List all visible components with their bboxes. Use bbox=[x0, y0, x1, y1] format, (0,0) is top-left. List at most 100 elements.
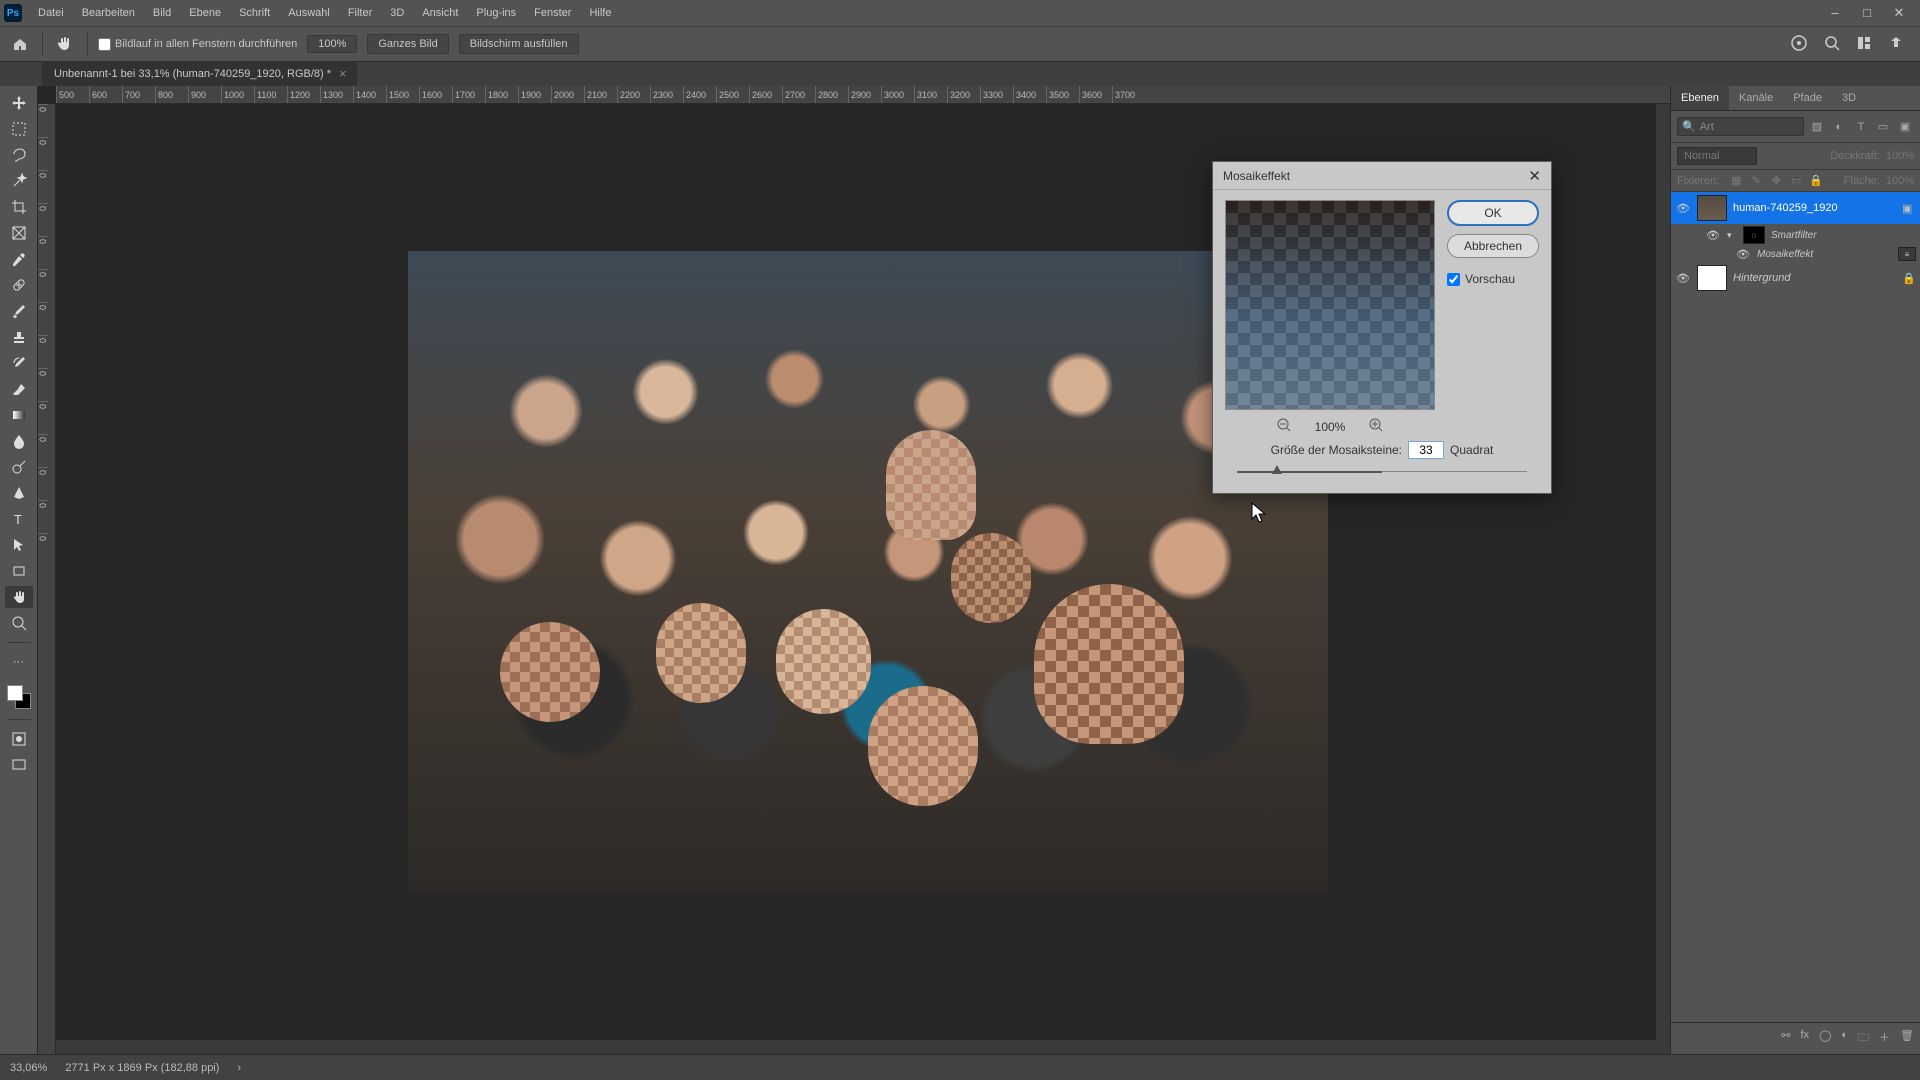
quickmask-icon[interactable] bbox=[5, 728, 33, 750]
scroll-all-windows-checkbox[interactable]: Bildlauf in allen Fenstern durchführen bbox=[98, 38, 297, 51]
stamp-tool-icon[interactable] bbox=[5, 326, 33, 348]
filter-type-icon[interactable]: T bbox=[1852, 118, 1870, 136]
cell-size-input[interactable] bbox=[1408, 441, 1444, 459]
edit-toolbar-icon[interactable]: ··· bbox=[5, 651, 33, 673]
filter-pixel-icon[interactable]: ▧ bbox=[1808, 118, 1826, 136]
marquee-tool-icon[interactable] bbox=[5, 118, 33, 140]
preview-checkbox-input[interactable] bbox=[1447, 273, 1460, 286]
menu-view[interactable]: Ansicht bbox=[414, 3, 466, 23]
zoom-out-icon[interactable] bbox=[1277, 418, 1291, 435]
layer-row-image[interactable]: 👁 human-740259_1920 ▣ bbox=[1671, 192, 1920, 224]
visibility-icon[interactable]: 👁 bbox=[1705, 229, 1721, 242]
menu-file[interactable]: Datei bbox=[30, 3, 72, 23]
lock-artboard-icon[interactable]: ▭ bbox=[1789, 174, 1803, 187]
document-artboard[interactable] bbox=[408, 251, 1328, 891]
layer-name[interactable]: human-740259_1920 bbox=[1733, 202, 1896, 214]
workspace-icon[interactable] bbox=[1856, 35, 1872, 54]
window-close[interactable]: ✕ bbox=[1892, 5, 1906, 21]
menu-filter[interactable]: Filter bbox=[340, 3, 380, 23]
lock-all-icon[interactable]: 🔒 bbox=[1809, 174, 1823, 187]
scroll-all-checkbox-input[interactable] bbox=[98, 38, 111, 51]
tab-layers[interactable]: Ebenen bbox=[1671, 86, 1729, 110]
layer-row-background[interactable]: 👁 Hintergrund 🔒 bbox=[1671, 262, 1920, 294]
menu-edit[interactable]: Bearbeiten bbox=[74, 3, 143, 23]
filter-blend-icon[interactable]: ≡ bbox=[1898, 247, 1916, 261]
preview-checkbox[interactable]: Vorschau bbox=[1447, 266, 1539, 286]
document-tab-close[interactable]: × bbox=[339, 66, 347, 81]
vertical-ruler[interactable]: 00000000000000 bbox=[38, 104, 56, 1054]
dialog-titlebar[interactable]: Mosaikeffekt ✕ bbox=[1213, 162, 1551, 190]
tab-paths[interactable]: Pfade bbox=[1783, 86, 1832, 110]
layer-name[interactable]: Hintergrund bbox=[1733, 272, 1896, 284]
blur-tool-icon[interactable] bbox=[5, 430, 33, 452]
smart-filters-row[interactable]: 👁 ▾ ◌ Smartfilter bbox=[1671, 224, 1920, 246]
eyedropper-tool-icon[interactable] bbox=[5, 248, 33, 270]
group-icon[interactable]: 🗀 bbox=[1858, 1029, 1869, 1048]
document-tab[interactable]: Unbenannt-1 bei 33,1% (human-740259_1920… bbox=[42, 61, 357, 86]
filter-smart-icon[interactable]: ▣ bbox=[1896, 118, 1914, 136]
eraser-tool-icon[interactable] bbox=[5, 378, 33, 400]
visibility-icon[interactable]: 👁 bbox=[1675, 272, 1691, 285]
layer-mask-icon[interactable]: ◯ bbox=[1819, 1029, 1831, 1048]
foreground-color-swatch[interactable] bbox=[7, 685, 23, 701]
visibility-icon[interactable]: 👁 bbox=[1735, 248, 1751, 261]
cell-size-slider[interactable] bbox=[1237, 465, 1527, 479]
filter-name[interactable]: Mosaikeffekt bbox=[1757, 249, 1813, 260]
lock-pixels-icon[interactable]: ▦ bbox=[1729, 174, 1743, 187]
frame-tool-icon[interactable] bbox=[5, 222, 33, 244]
menu-3d[interactable]: 3D bbox=[382, 3, 412, 23]
layer-thumbnail[interactable] bbox=[1697, 195, 1727, 221]
brush-tool-icon[interactable] bbox=[5, 300, 33, 322]
healing-tool-icon[interactable] bbox=[5, 274, 33, 296]
cloud-docs-icon[interactable] bbox=[1790, 34, 1808, 55]
zoom-in-icon[interactable] bbox=[1369, 418, 1383, 435]
tab-3d[interactable]: 3D bbox=[1832, 86, 1866, 110]
lock-brush-icon[interactable]: ✎ bbox=[1749, 174, 1763, 187]
visibility-icon[interactable]: 👁 bbox=[1675, 202, 1691, 215]
layer-fx-icon[interactable]: fx bbox=[1801, 1029, 1810, 1048]
layer-thumbnail[interactable] bbox=[1697, 265, 1727, 291]
chevron-down-icon[interactable]: ▾ bbox=[1727, 230, 1737, 241]
menu-window[interactable]: Fenster bbox=[526, 3, 579, 23]
layer-filter-search[interactable]: 🔍 Art bbox=[1677, 117, 1804, 136]
zoom-tool-icon[interactable] bbox=[5, 612, 33, 634]
home-icon[interactable] bbox=[8, 32, 32, 56]
menu-select[interactable]: Auswahl bbox=[280, 3, 338, 23]
horizontal-ruler[interactable]: 5006007008009001000110012001300140015001… bbox=[56, 86, 1670, 104]
lock-move-icon[interactable]: ✥ bbox=[1769, 174, 1783, 187]
mosaic-dialog[interactable]: Mosaikeffekt ✕ 100% OK Abbrechen Vorscha… bbox=[1212, 161, 1552, 494]
delete-layer-icon[interactable]: 🗑 bbox=[1900, 1029, 1914, 1048]
filter-adjust-icon[interactable]: ◐ bbox=[1830, 118, 1848, 136]
tab-channels[interactable]: Kanäle bbox=[1729, 86, 1783, 110]
search-icon[interactable] bbox=[1824, 35, 1840, 54]
menu-help[interactable]: Hilfe bbox=[581, 3, 619, 23]
hand-tool-icon-tb[interactable] bbox=[5, 586, 33, 608]
gradient-tool-icon[interactable] bbox=[5, 404, 33, 426]
screenmode-icon[interactable] bbox=[5, 754, 33, 776]
rectangle-tool-icon[interactable] bbox=[5, 560, 33, 582]
pen-tool-icon[interactable] bbox=[5, 482, 33, 504]
horizontal-scrollbar[interactable] bbox=[56, 1040, 1670, 1054]
path-select-tool-icon[interactable] bbox=[5, 534, 33, 556]
ok-button[interactable]: OK bbox=[1447, 200, 1539, 226]
window-minimize[interactable]: – bbox=[1828, 5, 1842, 21]
lock-icon[interactable]: 🔒 bbox=[1902, 272, 1916, 285]
fit-whole-image-button[interactable]: Ganzes Bild bbox=[367, 34, 448, 54]
share-icon[interactable] bbox=[1888, 35, 1904, 54]
color-swatches[interactable] bbox=[5, 683, 33, 711]
opacity-value[interactable]: 100% bbox=[1886, 150, 1914, 162]
slider-thumb[interactable] bbox=[1272, 465, 1282, 474]
link-layers-icon[interactable]: ⚯ bbox=[1781, 1029, 1790, 1048]
preview-image[interactable] bbox=[1225, 200, 1435, 410]
filter-mask-thumb[interactable]: ◌ bbox=[1743, 226, 1765, 244]
status-zoom[interactable]: 33,06% bbox=[10, 1062, 47, 1074]
menu-layer[interactable]: Ebene bbox=[181, 3, 229, 23]
new-layer-icon[interactable]: ＋ bbox=[1879, 1029, 1890, 1048]
blend-mode-select[interactable]: Normal bbox=[1677, 147, 1757, 165]
fill-screen-button[interactable]: Bildschirm ausfüllen bbox=[459, 34, 579, 54]
hand-tool-icon[interactable] bbox=[53, 32, 77, 56]
status-info[interactable]: 2771 Px x 1869 Px (182,88 ppi) bbox=[65, 1062, 219, 1074]
fill-value[interactable]: 100% bbox=[1886, 175, 1914, 187]
vertical-scrollbar[interactable] bbox=[1656, 104, 1670, 1040]
history-brush-tool-icon[interactable] bbox=[5, 352, 33, 374]
